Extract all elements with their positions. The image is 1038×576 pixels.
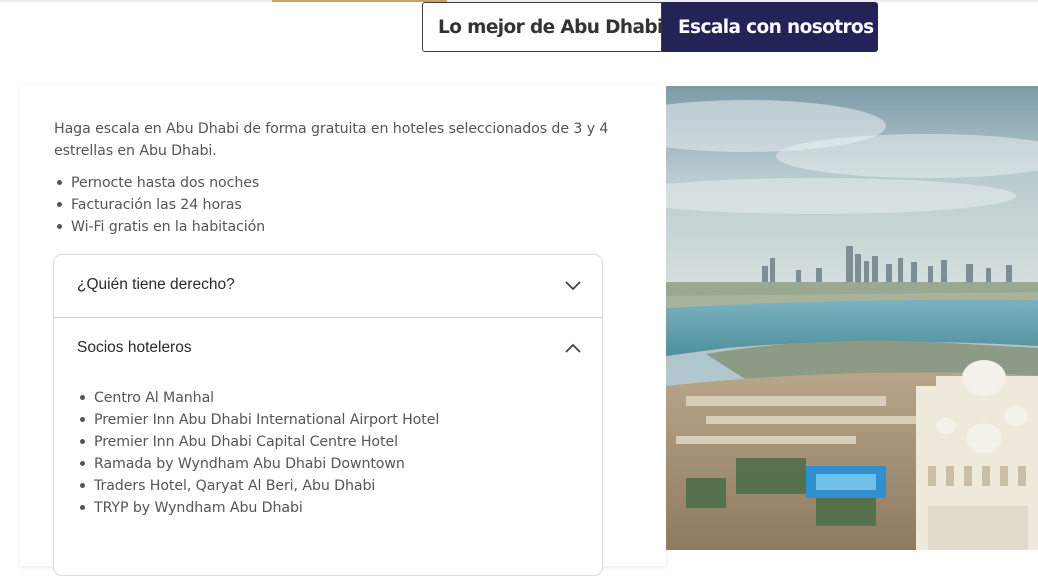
hotel-item: Centro Al Manhal: [77, 387, 439, 409]
hotel-item: Premier Inn Abu Dhabi International Airp…: [77, 409, 439, 431]
tab-best-of-abu-dhabi[interactable]: Lo mejor de Abu Dhabi: [422, 2, 663, 52]
perk-item: Wi-Fi gratis en la habitación: [54, 216, 265, 238]
chevron-down-icon: [565, 281, 581, 291]
accordion-hotel-partners-header[interactable]: Socios hoteleros: [54, 318, 602, 380]
accordion-title: Socios hoteleros: [77, 339, 192, 356]
hotel-partners-list: Centro Al Manhal Premier Inn Abu Dhabi I…: [77, 387, 439, 519]
accordion-eligibility-header[interactable]: ¿Quién tiene derecho?: [54, 255, 602, 318]
stopover-panel: Haga escala en Abu Dhabi de forma gratui…: [20, 86, 666, 576]
tab-stopover[interactable]: Escala con nosotros: [662, 2, 878, 52]
hotel-item: TRYP by Wyndham Abu Dhabi: [77, 497, 439, 519]
active-indicator: [272, 0, 447, 2]
abu-dhabi-photo: [666, 86, 1038, 550]
cityscape-image: [666, 86, 1038, 550]
intro-text: Haga escala en Abu Dhabi de forma gratui…: [54, 121, 609, 159]
hotel-item: Premier Inn Abu Dhabi Capital Centre Hot…: [77, 431, 439, 453]
hotel-item: Traders Hotel, Qaryat Al Beri, Abu Dhabi: [77, 475, 439, 497]
info-accordion: ¿Quién tiene derecho? Socios hoteleros C…: [53, 254, 603, 576]
perk-item: Pernocte hasta dos noches: [54, 172, 265, 194]
hotel-item: Ramada by Wyndham Abu Dhabi Downtown: [77, 453, 439, 475]
tab-switcher: Lo mejor de Abu Dhabi Escala con nosotro…: [422, 2, 878, 54]
perks-list: Pernocte hasta dos noches Facturación la…: [54, 172, 265, 238]
accordion-title: ¿Quién tiene derecho?: [77, 276, 235, 293]
chevron-up-icon: [565, 343, 581, 353]
perk-item: Facturación las 24 horas: [54, 194, 265, 216]
